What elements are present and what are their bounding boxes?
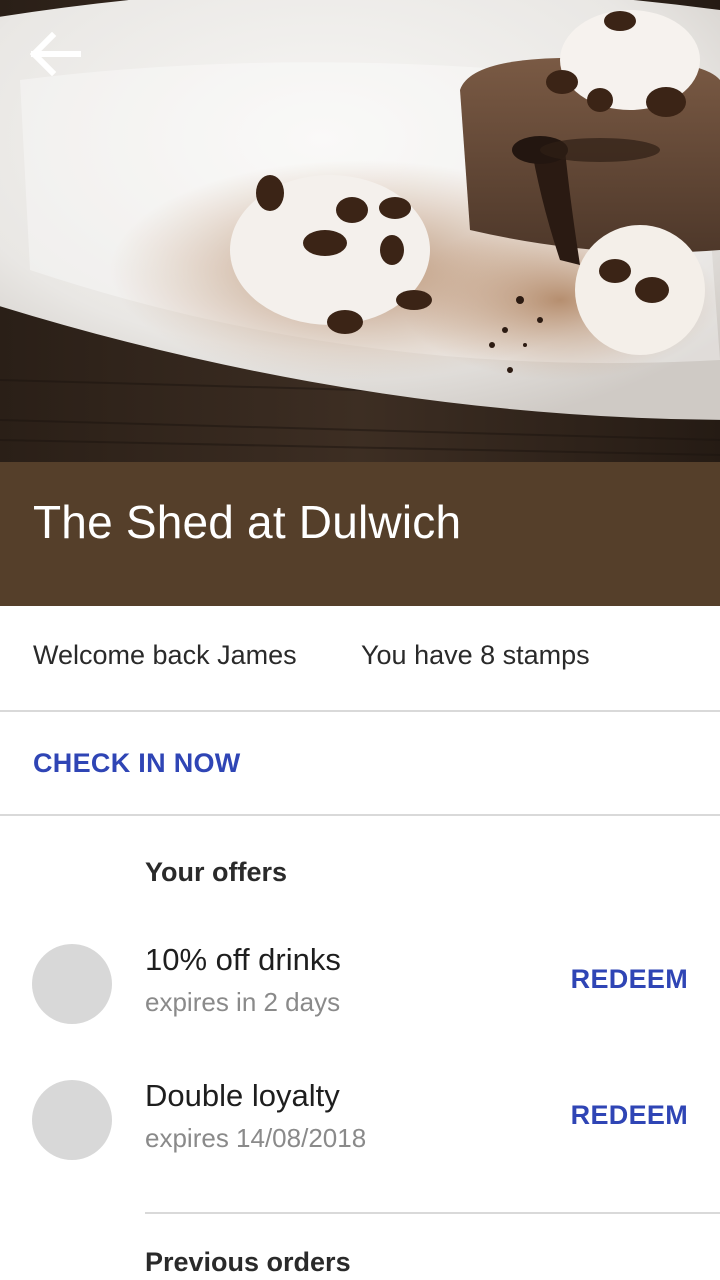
redeem-button[interactable]: REDEEM xyxy=(571,964,688,995)
divider xyxy=(0,710,720,712)
stamp-count: You have 8 stamps xyxy=(361,640,590,670)
page-title: The Shed at Dulwich xyxy=(33,496,462,548)
offer-avatar xyxy=(32,1080,112,1160)
offers-header: Your offers xyxy=(145,857,288,887)
welcome-text: Welcome back James xyxy=(33,640,297,670)
previous-orders-header: Previous orders xyxy=(145,1247,351,1277)
offer-item: Double loyalty expires 14/08/2018 REDEEM xyxy=(0,1078,720,1170)
offer-expiry: expires in 2 days xyxy=(145,987,341,1017)
offer-expiry: expires 14/08/2018 xyxy=(145,1123,367,1153)
dessert-photo xyxy=(0,0,720,462)
offer-avatar xyxy=(32,944,112,1024)
offer-item: 10% off drinks expires in 2 days REDEEM xyxy=(0,942,720,1034)
divider xyxy=(145,1212,720,1214)
redeem-button[interactable]: REDEEM xyxy=(571,1100,688,1131)
hero-image xyxy=(0,0,720,462)
offer-name: Double loyalty xyxy=(145,1078,340,1113)
arrow-back-icon xyxy=(30,32,81,76)
offer-name: 10% off drinks xyxy=(145,942,341,977)
check-in-button[interactable]: CHECK IN NOW xyxy=(33,748,241,779)
divider xyxy=(0,814,720,816)
back-button[interactable] xyxy=(28,26,84,82)
